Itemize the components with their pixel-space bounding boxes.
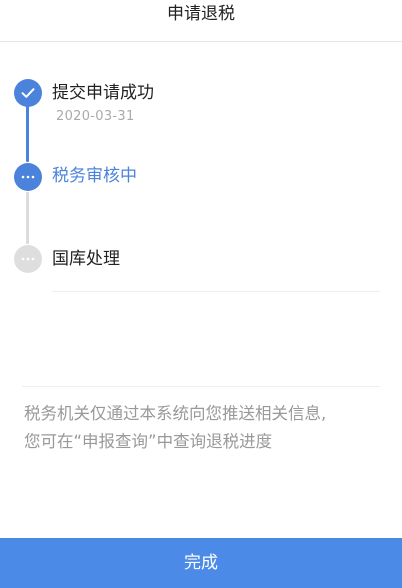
step-active-indicator	[14, 163, 42, 191]
step-label-submitted: 提交申请成功	[52, 83, 154, 103]
page-title: 申请退税	[167, 4, 235, 24]
check-icon	[21, 87, 35, 99]
notice-line: 税务机关仅通过本系统向您推送相关信息,	[24, 404, 327, 423]
step-date-submitted: 2020-03-31	[56, 109, 135, 124]
step-label-tax-review: 税务审核中	[52, 166, 137, 186]
timeline-divider	[52, 291, 380, 292]
timeline-connector-pending	[26, 192, 29, 244]
navigation-bar: 申请退税	[0, 0, 402, 42]
refund-progress-timeline: 提交申请成功 2020-03-31 税务审核中 国库处理	[0, 42, 402, 342]
ellipsis-icon	[21, 175, 35, 179]
step-label-treasury: 国库处理	[52, 249, 120, 269]
refund-notice: 税务机关仅通过本系统向您推送相关信息, 您可在“申报查询”中查询退税进度	[24, 400, 380, 456]
step-done-indicator	[14, 79, 42, 107]
done-button[interactable]: 完成	[0, 538, 402, 588]
notice-line: 您可在“申报查询”中查询退税进度	[24, 432, 273, 451]
ellipsis-icon	[21, 257, 35, 261]
notice-divider	[22, 386, 380, 387]
step-pending-indicator	[14, 245, 42, 273]
